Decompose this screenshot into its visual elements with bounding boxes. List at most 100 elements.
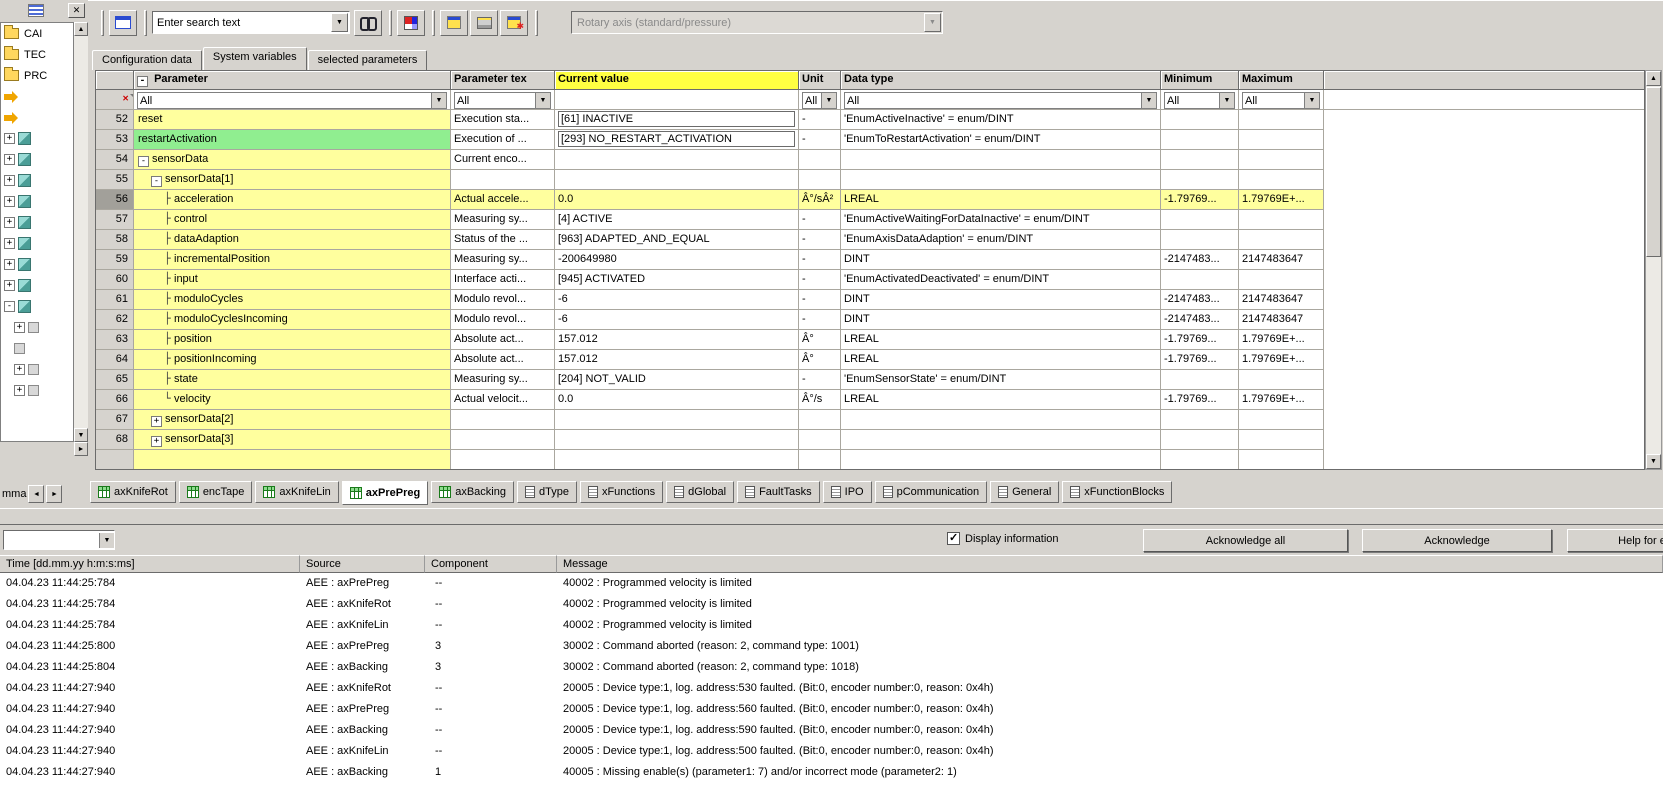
tree-item-prc[interactable]: PRC	[1, 65, 73, 86]
row-number[interactable]: 52	[96, 110, 134, 130]
current-value-cell[interactable]	[555, 450, 799, 470]
grid-view-button[interactable]	[397, 10, 425, 36]
tree-vertical-scrollbar[interactable]	[74, 22, 88, 442]
header-minimum[interactable]: Minimum	[1161, 71, 1239, 90]
acknowledge-all-button[interactable]: Acknowledge all	[1143, 529, 1348, 552]
pane-splitter[interactable]	[0, 508, 1663, 524]
header-parameter[interactable]: Parameter	[134, 71, 451, 90]
parameter-cell[interactable]: state	[134, 370, 451, 390]
tree-item[interactable]	[1, 149, 73, 170]
tree-item[interactable]	[1, 233, 73, 254]
current-value-cell[interactable]: [293] NO_RESTART_ACTIVATION	[555, 130, 799, 150]
unit-filter-combo[interactable]: All	[802, 92, 837, 109]
tab-selected-parameters[interactable]: selected parameters	[308, 50, 428, 70]
alarm-row[interactable]: 04.04.23 11:44:27:940AEE : axBacking--20…	[0, 720, 1663, 741]
current-value-cell[interactable]	[555, 170, 799, 190]
parameter-text-filter-combo[interactable]: All	[454, 92, 551, 109]
current-value-cell[interactable]: 157.012	[555, 350, 799, 370]
alarm-header-message[interactable]: Message	[557, 555, 1663, 573]
parameter-cell[interactable]	[134, 450, 451, 470]
tree-item[interactable]	[1, 212, 73, 233]
parameter-cell[interactable]: incrementalPosition	[134, 250, 451, 270]
maximum-filter-combo[interactable]: All	[1242, 92, 1320, 109]
parameter-cell[interactable]: acceleration	[134, 190, 451, 210]
sheet-tab-faulttasks[interactable]: FaultTasks	[737, 481, 820, 503]
parameter-cell[interactable]: sensorData	[134, 150, 451, 170]
alarm-row[interactable]: 04.04.23 11:44:25:784AEE : axKnifeLin--4…	[0, 615, 1663, 636]
tree-item[interactable]	[1, 359, 73, 380]
chevron-down-icon[interactable]	[1219, 93, 1234, 108]
print-table-button[interactable]	[470, 10, 498, 36]
parameter-filter-combo[interactable]: All	[137, 92, 447, 109]
sheet-tab-axbacking[interactable]: axBacking	[431, 481, 514, 503]
current-value-cell[interactable]: [945] ACTIVATED	[555, 270, 799, 290]
sheet-tab-enctape[interactable]: encTape	[179, 481, 253, 503]
scroll-down-icon[interactable]	[1646, 454, 1661, 469]
tree-horizontal-scrollbar[interactable]	[0, 442, 88, 456]
alarm-row[interactable]: 04.04.23 11:44:27:940AEE : axBacking1400…	[0, 762, 1663, 783]
expand-icon[interactable]	[4, 154, 15, 165]
display-information-checkbox[interactable]	[947, 532, 960, 545]
expand-icon[interactable]	[4, 133, 15, 144]
alarm-header-source[interactable]: Source	[300, 555, 425, 573]
scroll-up-icon[interactable]	[74, 22, 88, 36]
sheet-tab-dglobal[interactable]: dGlobal	[666, 481, 734, 503]
row-number[interactable]: 55	[96, 170, 134, 190]
table-vertical-scrollbar[interactable]	[1645, 70, 1662, 470]
tree-item[interactable]	[1, 338, 73, 359]
alarm-row[interactable]: 04.04.23 11:44:27:940AEE : axPrePreg--20…	[0, 699, 1663, 720]
parameter-cell[interactable]: positionIncoming	[134, 350, 451, 370]
filter-settings-button[interactable]	[500, 10, 528, 36]
header-current-value[interactable]: Current value	[555, 71, 799, 90]
expand-icon[interactable]	[151, 436, 162, 447]
chevron-down-icon[interactable]	[431, 93, 446, 108]
current-value-cell[interactable]: [204] NOT_VALID	[555, 370, 799, 390]
expand-icon[interactable]	[4, 259, 15, 270]
scroll-tabs-left-button[interactable]	[28, 485, 44, 503]
scroll-right-icon[interactable]	[74, 442, 88, 456]
expand-icon[interactable]	[4, 175, 15, 186]
alarm-row[interactable]: 04.04.23 11:44:25:784AEE : axPrePreg--40…	[0, 573, 1663, 594]
parameter-cell[interactable]: reset	[134, 110, 451, 130]
row-number[interactable]: 67	[96, 410, 134, 430]
alarm-filter-combo[interactable]	[3, 530, 115, 550]
row-number[interactable]: 56	[96, 190, 134, 210]
sheet-tab-pcommunication[interactable]: pCommunication	[875, 481, 988, 503]
header-data-type[interactable]: Data type	[841, 71, 1161, 90]
sheet-tab-xfunctionblocks[interactable]: xFunctionBlocks	[1062, 481, 1172, 503]
current-value-cell[interactable]: 0.0	[555, 190, 799, 210]
search-input[interactable]: Enter search text	[153, 17, 331, 29]
tree-item-tec[interactable]: TEC	[1, 44, 73, 65]
current-value-cell[interactable]	[555, 430, 799, 450]
expand-icon[interactable]	[151, 416, 162, 427]
current-value-cell[interactable]: [61] INACTIVE	[555, 110, 799, 130]
acknowledge-button[interactable]: Acknowledge	[1362, 529, 1552, 552]
alarm-header-time[interactable]: Time [dd.mm.yy h:m:s:ms]	[0, 555, 300, 573]
alarm-row[interactable]: 04.04.23 11:44:25:800AEE : axPrePreg3300…	[0, 636, 1663, 657]
tree-item[interactable]	[1, 86, 73, 107]
current-value-cell[interactable]	[555, 410, 799, 430]
alarm-row[interactable]: 04.04.23 11:44:25:804AEE : axBacking3300…	[0, 657, 1663, 678]
sheet-tab-axprepreg[interactable]: axPrePreg	[342, 481, 428, 505]
parameter-cell[interactable]: sensorData[2]	[134, 410, 451, 430]
scroll-tabs-right-button[interactable]	[46, 485, 62, 503]
row-number[interactable]: 66	[96, 390, 134, 410]
header-unit[interactable]: Unit	[799, 71, 841, 90]
chevron-down-icon[interactable]	[99, 533, 114, 548]
chevron-down-icon[interactable]	[331, 13, 348, 32]
row-number[interactable]: 59	[96, 250, 134, 270]
expand-icon[interactable]	[14, 364, 25, 375]
row-number[interactable]: 54	[96, 150, 134, 170]
current-value-cell[interactable]: -200649980	[555, 250, 799, 270]
parameter-cell[interactable]: moduloCycles	[134, 290, 451, 310]
tab-configuration-data[interactable]: Configuration data	[92, 50, 202, 70]
current-value-cell[interactable]: -6	[555, 290, 799, 310]
close-navigator-button[interactable]	[68, 3, 85, 18]
row-number[interactable]	[96, 450, 134, 470]
tab-system-variables[interactable]: System variables	[203, 47, 307, 70]
row-number[interactable]: 58	[96, 230, 134, 250]
header-parameter-text[interactable]: Parameter tex	[451, 71, 555, 90]
sheet-tab-dtype[interactable]: dType	[517, 481, 577, 503]
expand-icon[interactable]	[14, 385, 25, 396]
tree-item[interactable]	[1, 254, 73, 275]
